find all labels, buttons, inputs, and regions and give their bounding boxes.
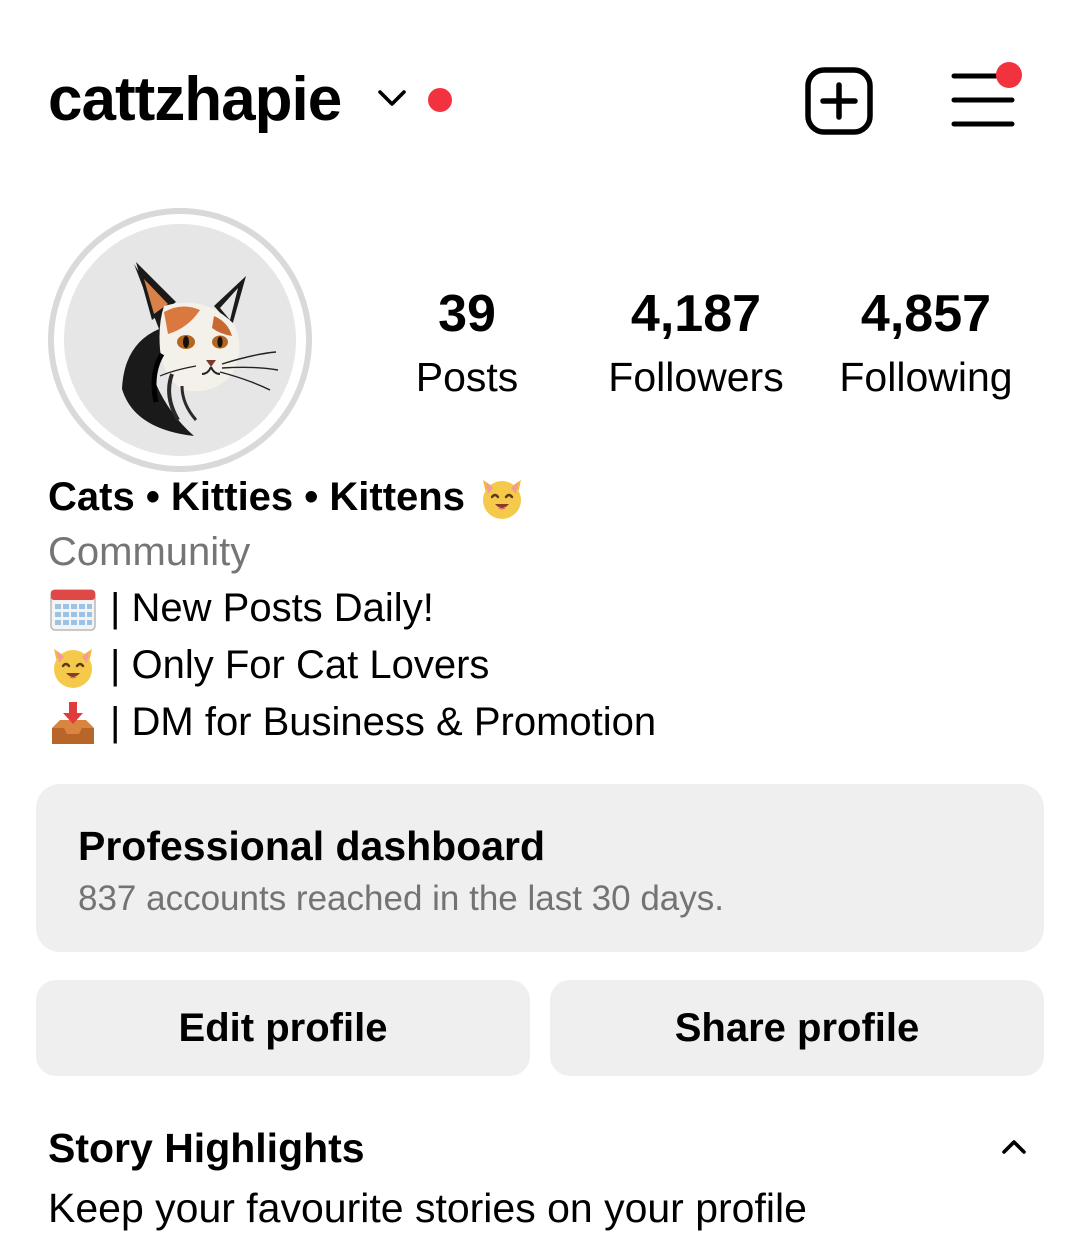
bio-line-cat-lovers: | Only For Cat Lovers (48, 637, 1028, 694)
plus-square-icon[interactable] (804, 66, 874, 136)
username-label[interactable]: cattzhapie (48, 62, 342, 138)
share-profile-button[interactable]: Share profile (550, 980, 1044, 1076)
stat-posts[interactable]: 39 Posts (396, 282, 538, 408)
avatar[interactable] (48, 208, 312, 472)
cat-portrait-illustration (122, 262, 279, 436)
posts-label: Posts (415, 354, 519, 400)
story-highlights-subtitle: Keep your favourite stories on your prof… (48, 1185, 807, 1231)
smiling-cat-emoji-icon (482, 480, 521, 519)
bio-line-text: | New Posts Daily! (110, 586, 434, 630)
bio-line-daily: | New Posts Daily! (48, 580, 1028, 637)
bio-line-dm: | DM for Business & Promotion (48, 694, 1028, 751)
profile-bio: Cats • Kitties • Kittens Community | New… (48, 470, 1028, 751)
followers-count: 4,187 (630, 285, 762, 343)
cat-portrait-avatar (64, 224, 296, 456)
bio-line-text: | Only For Cat Lovers (110, 643, 490, 687)
posts-count: 39 (438, 285, 496, 343)
story-highlights-title: Story Highlights (48, 1125, 365, 1171)
bio-category: Community (48, 530, 251, 574)
following-count: 4,857 (860, 285, 992, 343)
account-notification-dot (428, 88, 452, 112)
dashboard-title: Professional dashboard (78, 823, 546, 869)
menu-notification-dot (996, 62, 1022, 88)
profile-header: cattzhapie (0, 0, 1080, 200)
dashboard-subtitle: 837 accounts reached in the last 30 days… (78, 879, 724, 918)
bio-name: Cats • Kitties • Kittens (48, 475, 465, 519)
inbox-tray-emoji-icon (52, 701, 94, 744)
chevron-up-icon[interactable] (998, 1134, 1030, 1158)
followers-label: Followers (608, 354, 784, 400)
calendar-emoji-icon (50, 588, 96, 631)
following-label: Following (839, 354, 1013, 400)
smiling-cat-emoji-icon (54, 648, 92, 688)
professional-dashboard-card[interactable]: Professional dashboard 837 accounts reac… (36, 784, 1044, 952)
stat-followers[interactable]: 4,187 Followers (594, 282, 798, 408)
bio-name-row: Cats • Kitties • Kittens (48, 470, 1028, 524)
avatar-frame (54, 214, 306, 466)
bio-line-text: | DM for Business & Promotion (110, 700, 657, 744)
stat-following[interactable]: 4,857 Following (826, 282, 1026, 408)
edit-profile-button[interactable]: Edit profile (36, 980, 530, 1076)
chevron-down-icon[interactable] (376, 86, 408, 110)
